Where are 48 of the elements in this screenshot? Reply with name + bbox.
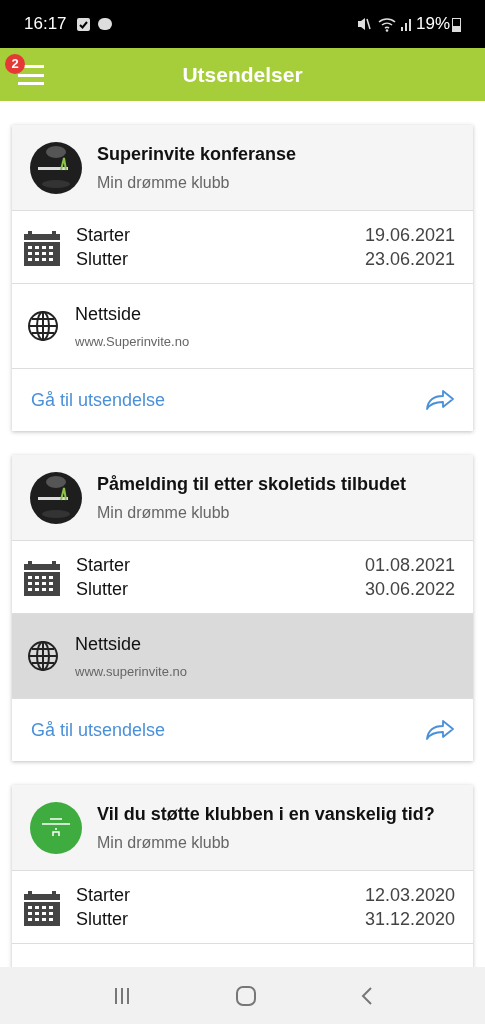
- notification-badge: 2: [5, 54, 25, 74]
- home-icon[interactable]: [235, 985, 256, 1006]
- end-date: 30.06.2022: [364, 578, 455, 601]
- battery-percent: 19%: [415, 13, 450, 36]
- website-label: Nettside: [75, 302, 143, 326]
- back-icon[interactable]: [360, 986, 373, 1005]
- website-row[interactable]: Nettside www.Superinvite.no: [12, 284, 473, 369]
- website-row[interactable]: Nettside www.superinvite.no: [12, 614, 473, 699]
- end-date: 23.06.2021: [364, 248, 455, 271]
- battery-icon: [452, 16, 461, 32]
- end-label: Slutter: [76, 578, 130, 601]
- event-title: Vil du støtte klubben i en vanskelig tid?: [97, 802, 435, 826]
- start-label: Starter: [76, 224, 131, 247]
- recent-apps-icon[interactable]: [112, 986, 131, 1005]
- start-date: 01.08.2021: [364, 554, 455, 577]
- page-title: Utsendelser: [182, 61, 303, 88]
- start-date: 12.03.2020: [364, 884, 455, 907]
- club-logo: [30, 471, 82, 524]
- website-url: www.superinvite.no: [75, 662, 187, 681]
- globe-icon: [27, 310, 59, 342]
- calendar-icon: [24, 228, 60, 266]
- end-label: Slutter: [76, 908, 130, 931]
- notification-icon: [76, 17, 90, 31]
- calendar-icon: [24, 558, 60, 596]
- notification-icon: [97, 18, 112, 30]
- start-label: Starter: [76, 884, 131, 907]
- website-label: Nettside: [75, 632, 143, 656]
- club-name: Min drømme klubb: [97, 172, 231, 193]
- club-logo: [30, 801, 82, 854]
- globe-icon: [27, 640, 59, 672]
- mute-icon: [355, 16, 372, 32]
- club-logo: [30, 141, 82, 194]
- calendar-icon: [24, 888, 60, 926]
- club-name: Min drømme klubb: [97, 502, 231, 523]
- start-label: Starter: [76, 554, 131, 577]
- share-icon[interactable]: [425, 719, 455, 741]
- club-name: Min drømme klubb: [97, 832, 231, 853]
- status-time: 16:17: [24, 13, 67, 36]
- event-title: Superinvite konferanse: [97, 142, 297, 166]
- end-date: 31.12.2020: [364, 908, 455, 931]
- website-url: www.Superinvite.no: [75, 332, 190, 351]
- event-title: Påmelding til etter skoletids tilbudet: [97, 472, 407, 496]
- start-date: 19.06.2021: [364, 224, 455, 247]
- menu-button[interactable]: [18, 65, 44, 85]
- end-label: Slutter: [76, 248, 130, 271]
- wifi-icon: [377, 16, 396, 32]
- share-icon[interactable]: [425, 389, 455, 411]
- signal-icon: [399, 17, 412, 31]
